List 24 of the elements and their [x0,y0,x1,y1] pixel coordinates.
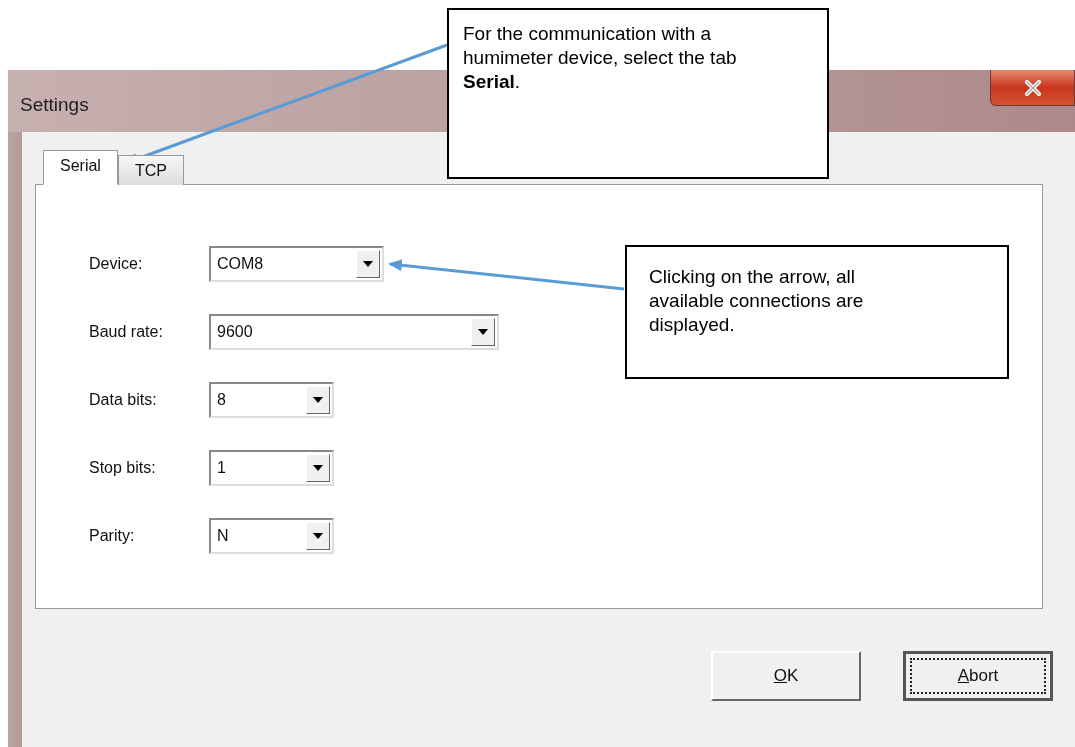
callout-box: For the communication with a humimeter device, select the tab Serial. [447,8,829,179]
dropdown[interactable]: N [209,518,334,554]
callout-box: Clicking on the arrow, all available connections are displayed. [625,245,1009,379]
close-button[interactable] [990,70,1075,106]
tab[interactable]: Serial [43,150,118,185]
dropdown-arrow-icon [313,397,323,403]
field-label: Parity: [89,527,136,545]
field-label: Data bits: [89,391,158,409]
dropdown[interactable]: 9600 [209,314,499,350]
field-label: Device: [89,255,144,273]
dialog-button[interactable]: OK [711,651,861,701]
field-label: Stop bits: [89,459,157,477]
dropdown[interactable]: 8 [209,382,334,418]
dropdown-arrow-icon [313,533,323,539]
dropdown-arrow-icon [478,329,488,335]
dropdown-arrow-icon [313,465,323,471]
close-icon [1022,79,1043,96]
dropdown[interactable]: 1 [209,450,334,486]
field-label: Baud rate: [89,323,164,341]
dialog-button[interactable]: Abort [903,651,1053,701]
window-title: Settings [20,94,89,116]
tab[interactable]: TCP [117,155,184,185]
dropdown[interactable]: COM8 [209,246,384,282]
dropdown-arrow-icon [363,261,373,267]
